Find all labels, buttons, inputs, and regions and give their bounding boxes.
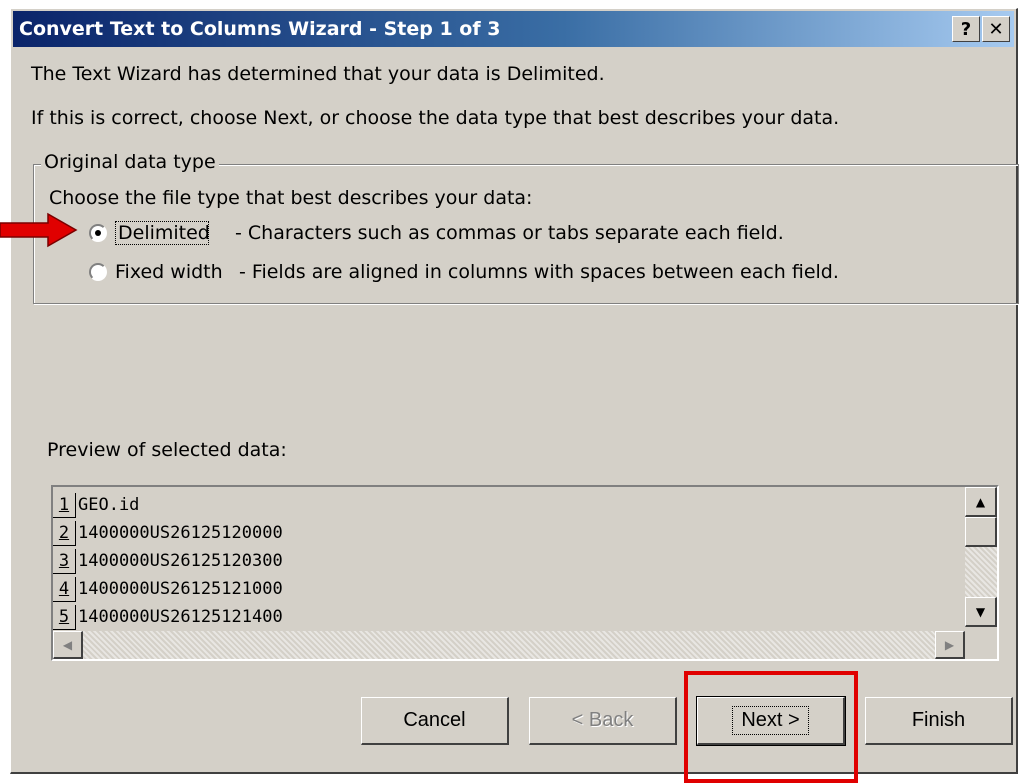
scroll-up-icon[interactable]: ▲	[965, 487, 997, 517]
back-button-label: < Back	[571, 709, 634, 731]
row-text: 1400000US26125120300	[78, 551, 283, 571]
scroll-thumb[interactable]	[965, 517, 997, 547]
radio-fixed-width[interactable]: Fixed width - Fields are aligned in colu…	[89, 261, 839, 283]
row-number: 2	[53, 520, 76, 546]
finish-button-label: Finish	[911, 709, 966, 731]
row-number: 1	[53, 492, 76, 518]
preview-label: Preview of selected data:	[47, 439, 287, 461]
radio-delimited-label[interactable]: Delimited	[115, 221, 210, 245]
scroll-left-icon[interactable]: ◀	[53, 631, 83, 659]
cancel-button[interactable]: Cancel	[361, 697, 509, 745]
intro-line-1: The Text Wizard has determined that your…	[31, 63, 605, 85]
preview-rows: 1 GEO.id 2 1400000US26125120000 3 140000…	[53, 491, 965, 631]
help-button[interactable]: ?	[952, 16, 980, 42]
table-row: 3 1400000US26125120300	[53, 547, 965, 575]
row-text: 1400000US26125121400	[78, 607, 283, 627]
row-text: 1400000US26125121000	[78, 579, 283, 599]
cancel-button-label: Cancel	[403, 709, 466, 731]
table-row: 5 1400000US26125121400	[53, 603, 965, 631]
table-row: 2 1400000US26125120000	[53, 519, 965, 547]
radio-fixed-width-circle[interactable]	[89, 263, 107, 281]
file-type-prompt: Choose the file type that best describes…	[49, 187, 533, 209]
row-number: 4	[53, 576, 76, 602]
radio-fixed-width-label[interactable]: Fixed width	[115, 261, 229, 283]
row-text: GEO.id	[78, 495, 140, 515]
group-legend: Original data type	[41, 151, 219, 173]
title-bar: Convert Text to Columns Wizard - Step 1 …	[13, 11, 1014, 47]
wizard-dialog: Convert Text to Columns Wizard - Step 1 …	[10, 8, 1019, 774]
scroll-right-icon[interactable]: ▶	[935, 631, 965, 659]
row-number: 5	[53, 604, 76, 630]
annotation-highlight-box	[684, 671, 858, 783]
annotation-arrow-icon	[0, 212, 78, 248]
intro-line-2: If this is correct, choose Next, or choo…	[31, 107, 840, 129]
preview-box[interactable]: 1 GEO.id 2 1400000US26125120000 3 140000…	[51, 485, 999, 661]
scroll-down-icon[interactable]: ▼	[965, 597, 997, 627]
vertical-scrollbar[interactable]: ▲ ▼	[965, 487, 997, 627]
table-row: 4 1400000US26125121000	[53, 575, 965, 603]
radio-delimited-circle[interactable]	[89, 224, 107, 242]
horizontal-scrollbar[interactable]: ◀ ▶	[53, 631, 965, 659]
radio-delimited-description: - Characters such as commas or tabs sepa…	[235, 222, 784, 244]
close-button[interactable]: ✕	[982, 16, 1010, 42]
row-number: 3	[53, 548, 76, 574]
radio-fixed-width-description: - Fields are aligned in columns with spa…	[239, 261, 839, 283]
radio-delimited[interactable]: Delimited - Characters such as commas or…	[89, 221, 784, 245]
table-row: 1 GEO.id	[53, 491, 965, 519]
dialog-title: Convert Text to Columns Wizard - Step 1 …	[19, 18, 501, 40]
back-button[interactable]: < Back	[529, 697, 677, 745]
row-text: 1400000US26125120000	[78, 523, 283, 543]
finish-button[interactable]: Finish	[865, 697, 1013, 745]
